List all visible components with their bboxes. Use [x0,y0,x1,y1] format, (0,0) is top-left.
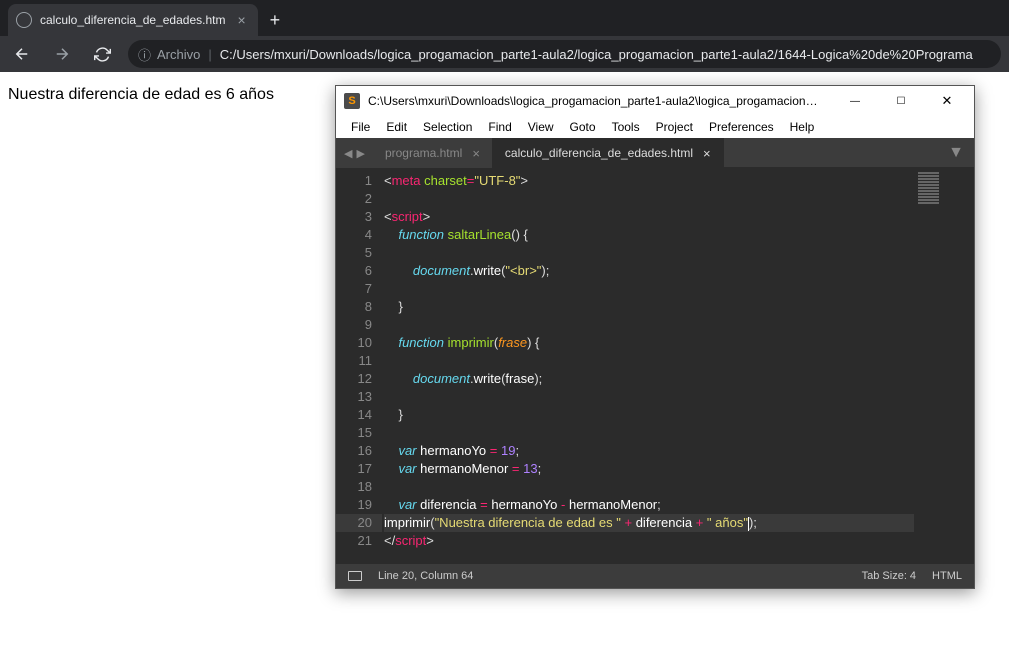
menu-selection[interactable]: Selection [416,118,479,136]
menu-help[interactable]: Help [783,118,822,136]
menu-view[interactable]: View [521,118,561,136]
back-button[interactable] [8,40,36,68]
window-title: C:\Users\mxuri\Downloads\logica_progamac… [368,94,824,108]
code-area[interactable]: <meta charset="UTF-8"> <script> function… [382,168,914,564]
editor-tab-bar: ◀▶ programa.html × calculo_diferencia_de… [336,138,974,168]
menu-edit[interactable]: Edit [379,118,414,136]
close-icon[interactable]: × [472,146,480,161]
address-bar[interactable]: ⓘ Archivo | C:/Users/mxuri/Downloads/log… [128,40,1001,68]
url-text: C:/Users/mxuri/Downloads/logica_progamac… [220,47,973,62]
reload-button[interactable] [88,40,116,68]
titlebar[interactable]: S C:\Users\mxuri\Downloads\logica_progam… [336,86,974,116]
editor-area[interactable]: 123456789101112131415161718192021 <meta … [336,168,974,564]
line-gutter: 123456789101112131415161718192021 [336,168,382,564]
minimap[interactable] [914,168,974,564]
close-icon[interactable]: × [703,146,711,161]
syntax-mode[interactable]: HTML [932,570,962,582]
cursor-position[interactable]: Line 20, Column 64 [378,570,473,582]
close-icon[interactable]: × [233,12,249,28]
minimize-button[interactable]: — [832,86,878,116]
tab-title: calculo_diferencia_de_edades.htm [40,13,225,27]
forward-button[interactable] [48,40,76,68]
maximize-button[interactable]: ☐ [878,86,924,116]
menu-file[interactable]: File [344,118,377,136]
output-text: Nuestra diferencia de edad es 6 años [8,86,274,103]
globe-icon [16,12,32,28]
chevron-down-icon[interactable]: ▼ [948,144,964,162]
close-button[interactable]: ✕ [924,86,970,116]
menu-bar: File Edit Selection Find View Goto Tools… [336,116,974,138]
panel-icon[interactable] [348,571,362,581]
sublime-icon: S [344,93,360,109]
menu-preferences[interactable]: Preferences [702,118,781,136]
tab-history-nav[interactable]: ◀▶ [336,138,373,168]
sublime-window: S C:\Users\mxuri\Downloads\logica_progam… [335,85,975,589]
new-tab-button[interactable]: + [258,4,293,36]
menu-project[interactable]: Project [649,118,700,136]
browser-toolbar: ⓘ Archivo | C:/Users/mxuri/Downloads/log… [0,36,1009,72]
tab-size[interactable]: Tab Size: 4 [862,570,916,582]
menu-tools[interactable]: Tools [605,118,647,136]
browser-tab-strip: calculo_diferencia_de_edades.htm × + [0,0,1009,36]
menu-find[interactable]: Find [481,118,518,136]
browser-tab-active[interactable]: calculo_diferencia_de_edades.htm × [8,4,258,36]
editor-tab-programa[interactable]: programa.html × [373,138,493,168]
menu-goto[interactable]: Goto [563,118,603,136]
editor-tab-calculo[interactable]: calculo_diferencia_de_edades.html × [493,138,724,168]
site-info-icon[interactable]: ⓘ Archivo [138,45,200,64]
status-bar: Line 20, Column 64 Tab Size: 4 HTML [336,564,974,588]
